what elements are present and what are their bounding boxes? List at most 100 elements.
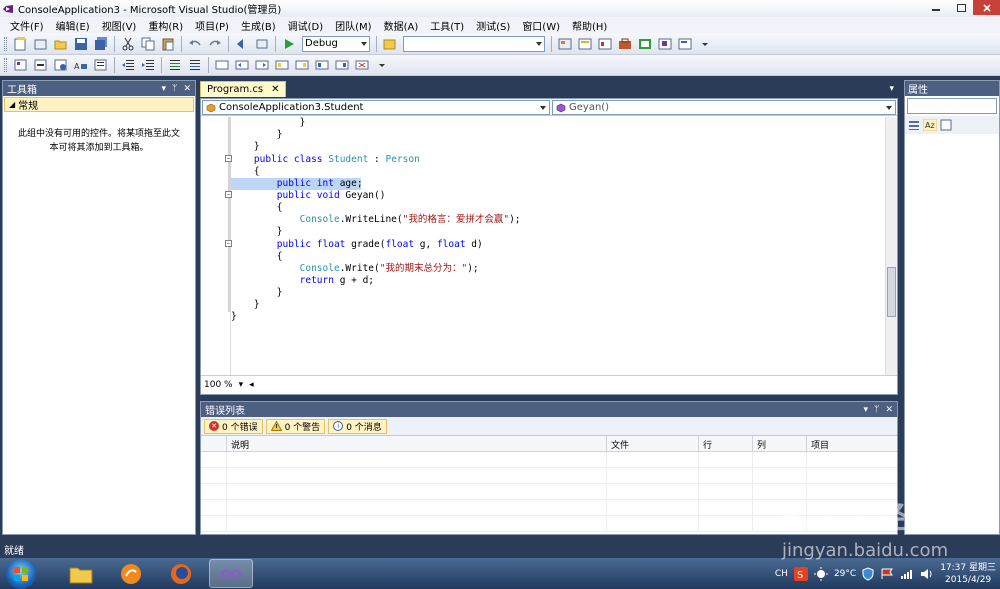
column-line[interactable]: 行 (699, 436, 753, 452)
menu-team[interactable]: 团队(M) (329, 18, 377, 33)
menu-help[interactable]: 帮助(H) (566, 18, 613, 33)
next-bookmark-button[interactable] (254, 57, 270, 73)
increase-indent-button[interactable] (140, 57, 156, 73)
tab-program-cs[interactable]: Program.cs ✕ (200, 81, 287, 97)
display-object-member-list-button[interactable] (13, 57, 29, 73)
weather-temperature[interactable]: 29°C (834, 569, 856, 579)
close-icon[interactable]: ✕ (885, 405, 893, 415)
previous-bookmark-in-folder-button[interactable] (274, 57, 290, 73)
taskbar-visual-studio[interactable] (209, 559, 253, 588)
code-text-area[interactable]: − − − } } } public class Student : Perso… (201, 117, 885, 375)
next-bookmark-in-folder-button[interactable] (294, 57, 310, 73)
menu-refactor[interactable]: 重构(R) (142, 18, 189, 33)
type-dropdown[interactable]: ConsoleApplication3.Student (202, 100, 550, 115)
next-bookmark-in-document-button[interactable] (334, 57, 350, 73)
scroll-left-icon[interactable]: ◂ (249, 380, 254, 390)
menu-data[interactable]: 数据(A) (378, 18, 425, 33)
errors-filter-button[interactable]: ✕ 0 个错误 (204, 418, 263, 434)
menu-file[interactable]: 文件(F) (4, 18, 50, 33)
start-debugging-button[interactable] (281, 36, 297, 52)
solution-explorer-button[interactable] (557, 36, 573, 52)
column-project[interactable]: 项目 (807, 436, 897, 452)
action-center-flag-icon[interactable] (880, 568, 894, 580)
messages-filter-button[interactable]: i0 个消息 (328, 418, 387, 434)
cut-button[interactable] (120, 36, 136, 52)
comment-out-button[interactable] (167, 57, 183, 73)
maximize-button[interactable] (949, 0, 973, 15)
zoom-level[interactable]: 100 % (204, 380, 233, 390)
column-description[interactable]: 说明 (227, 436, 607, 452)
display-parameter-info-button[interactable] (33, 57, 49, 73)
properties-window-button[interactable] (577, 36, 593, 52)
new-project-button[interactable] (13, 36, 29, 52)
close-button[interactable] (973, 0, 1000, 15)
volume-icon[interactable] (920, 568, 934, 580)
scrollbar-thumb[interactable] (887, 267, 896, 317)
taskbar-firefox[interactable] (159, 559, 203, 588)
pin-icon[interactable]: ᛘ (172, 84, 177, 94)
navigate-forward-button[interactable] (254, 36, 270, 52)
zoom-dropdown-icon[interactable]: ▾ (239, 380, 244, 390)
toolbar-options-button[interactable] (374, 57, 390, 73)
menu-view[interactable]: 视图(V) (96, 18, 143, 33)
categorized-icon[interactable] (908, 119, 920, 131)
start-button[interactable] (6, 558, 36, 589)
toolbar-options-button[interactable] (697, 36, 713, 52)
taskbar-app-orange[interactable] (109, 559, 153, 588)
member-dropdown[interactable]: Geyan() (552, 100, 896, 115)
previous-bookmark-in-document-button[interactable] (314, 57, 330, 73)
properties-object-dropdown[interactable] (907, 98, 997, 114)
property-pages-icon[interactable] (940, 119, 952, 131)
uncomment-button[interactable] (187, 57, 203, 73)
display-quick-info-button[interactable] (53, 57, 69, 73)
add-item-button[interactable] (33, 36, 49, 52)
toolbox-button[interactable] (617, 36, 633, 52)
toolbar-grip[interactable] (4, 58, 7, 72)
menu-project[interactable]: 项目(P) (189, 18, 235, 33)
display-word-completion-button[interactable] (93, 57, 109, 73)
command-window-button[interactable] (677, 36, 693, 52)
start-page-button[interactable] (637, 36, 653, 52)
menu-edit[interactable]: 编辑(E) (50, 18, 96, 33)
toolbox-group-general[interactable]: ◢ 常规 (4, 97, 194, 112)
find-combo[interactable] (403, 35, 545, 52)
input-language[interactable]: CH (775, 569, 788, 579)
sogou-ime-icon[interactable]: S (793, 566, 808, 581)
close-tab-icon[interactable]: ✕ (271, 84, 279, 95)
clear-bookmarks-button[interactable] (354, 57, 370, 73)
find-in-files-button[interactable] (382, 36, 398, 52)
clock[interactable]: 17:37 星期三 2015/4/29 (940, 562, 996, 586)
menu-tools[interactable]: 工具(T) (424, 18, 470, 33)
column-column[interactable]: 列 (753, 436, 807, 452)
taskbar-explorer[interactable] (59, 559, 103, 588)
window-position-icon[interactable]: ▾ (162, 84, 167, 94)
menu-window[interactable]: 窗口(W) (516, 18, 566, 33)
weather-sun-icon[interactable] (813, 566, 828, 581)
open-file-button[interactable] (53, 36, 69, 52)
previous-bookmark-button[interactable] (234, 57, 250, 73)
tab-list-dropdown-icon[interactable]: ▾ (889, 84, 894, 94)
toggle-bookmark-button[interactable] (214, 57, 230, 73)
window-position-icon[interactable]: ▾ (864, 405, 869, 415)
toolbar-grip[interactable] (4, 36, 7, 51)
object-browser-button[interactable] (597, 36, 613, 52)
save-button[interactable] (73, 36, 89, 52)
save-all-button[interactable] (93, 36, 109, 52)
navigate-back-button[interactable] (234, 36, 250, 52)
warnings-filter-button[interactable]: 0 个警告 (265, 418, 326, 434)
alphabetical-sort-icon[interactable]: Az (923, 119, 937, 131)
menu-test[interactable]: 测试(S) (470, 18, 516, 33)
extension-manager-button[interactable] (657, 36, 673, 52)
minimize-button[interactable] (924, 0, 948, 15)
close-icon[interactable]: ✕ (183, 84, 191, 94)
decrease-indent-button[interactable] (120, 57, 136, 73)
network-icon[interactable] (900, 568, 914, 580)
paste-button[interactable] (160, 36, 176, 52)
column-file[interactable]: 文件 (607, 436, 699, 452)
undo-button[interactable] (187, 36, 203, 52)
complete-word-button[interactable]: A (73, 57, 89, 73)
redo-button[interactable] (207, 36, 223, 52)
security-shield-icon[interactable] (862, 566, 874, 581)
copy-button[interactable] (140, 36, 156, 52)
menu-build[interactable]: 生成(B) (235, 18, 282, 33)
